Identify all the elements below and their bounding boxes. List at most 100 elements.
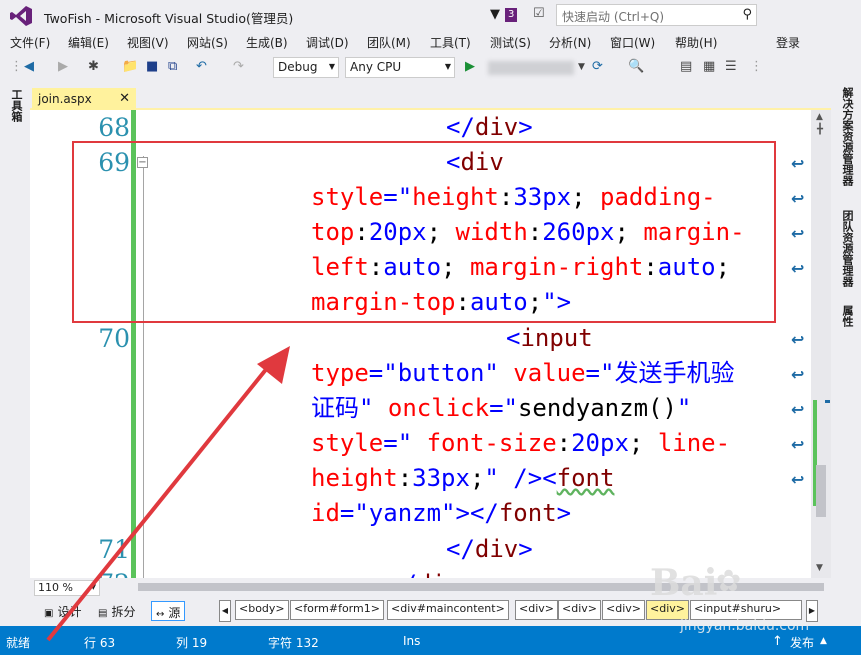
- navigate-forward-icon[interactable]: ▶: [58, 59, 68, 74]
- status-mode: Ins: [403, 634, 421, 648]
- code-line: height:33px;" /><font: [311, 464, 615, 492]
- breadcrumb-item[interactable]: <form#form1>: [290, 600, 384, 620]
- breadcrumb-item[interactable]: <body>: [235, 600, 289, 620]
- window-title: TwoFish - Microsoft Visual Studio(管理员): [44, 11, 294, 26]
- editor-margin: [30, 110, 70, 578]
- solution-explorer-tab[interactable]: 解决方案资源管理器: [839, 87, 855, 186]
- menu-file[interactable]: 文件(F): [10, 34, 50, 51]
- sign-in-link[interactable]: 登录: [776, 34, 800, 51]
- breadcrumb-item[interactable]: <div>: [515, 600, 558, 620]
- quick-launch-input[interactable]: 快速启动 (Ctrl+Q) ⚲: [556, 4, 757, 26]
- design-label: 设计: [57, 605, 82, 619]
- code-line: style=" font-size:20px; line-: [311, 429, 731, 457]
- menu-help[interactable]: 帮助(H): [675, 34, 717, 51]
- zoom-select[interactable]: 110 % ▼: [34, 580, 100, 596]
- menu-window[interactable]: 窗口(W): [610, 34, 655, 51]
- navigate-back-icon[interactable]: ◀: [24, 59, 34, 74]
- status-column: 列 19: [176, 636, 208, 650]
- code-line: id="yanzm"></font>: [311, 499, 572, 527]
- zoom-value: 110 %: [38, 581, 73, 594]
- chevron-down-icon: ▼: [90, 583, 96, 591]
- chevron-down-icon[interactable]: ▼: [578, 62, 585, 72]
- design-view-button[interactable]: ▣ 设计: [40, 601, 85, 621]
- search-icon[interactable]: ⚲: [742, 7, 752, 22]
- solution-config-value: Debug: [278, 60, 318, 74]
- menu-test[interactable]: 测试(S): [490, 34, 531, 51]
- line-number: 72: [90, 569, 130, 578]
- document-icon[interactable]: ▤: [680, 59, 692, 74]
- annotation-highlight-box: [72, 141, 776, 323]
- word-wrap-icon: ↩: [791, 435, 805, 454]
- code-line: <input: [506, 324, 593, 352]
- start-debugging-icon[interactable]: ▶: [465, 59, 475, 74]
- tab-join-aspx[interactable]: join.aspx ✕: [32, 88, 136, 110]
- breadcrumb-scroll-left-icon[interactable]: ◀: [219, 600, 231, 622]
- blurred-browser-target[interactable]: [488, 61, 574, 75]
- menu-debug[interactable]: 调试(D): [306, 34, 349, 51]
- solution-platform-select[interactable]: Any CPU ▼: [345, 57, 455, 78]
- filter-icon[interactable]: ▼: [490, 7, 500, 22]
- word-wrap-icon: ↩: [791, 224, 805, 243]
- scroll-thumb[interactable]: [816, 465, 826, 517]
- menu-website[interactable]: 网站(S): [187, 34, 228, 51]
- status-state: 就绪: [6, 636, 31, 650]
- breadcrumb-item[interactable]: <div#maincontent>: [387, 600, 509, 620]
- word-wrap-icon: ↩: [791, 189, 805, 208]
- title-bar: TwoFish - Microsoft Visual Studio(管理员) ▼…: [0, 0, 861, 31]
- solution-config-select[interactable]: Debug ▼: [273, 57, 339, 78]
- redo-icon[interactable]: ↷: [233, 59, 244, 74]
- watermark-url: jingyan.baidu.com: [680, 618, 810, 634]
- comment-icon[interactable]: ☰: [725, 59, 737, 74]
- toolbar-grip-icon[interactable]: ⋮: [750, 59, 763, 74]
- line-number: 70: [98, 324, 130, 353]
- code-line: type="button" value="发送手机验: [311, 359, 735, 387]
- source-label: 源: [168, 606, 181, 620]
- format-icon[interactable]: ▦: [703, 59, 715, 74]
- design-icon: ▣: [44, 608, 54, 619]
- save-icon[interactable]: ■: [146, 59, 158, 74]
- split-icon: ▤: [98, 608, 108, 619]
- breadcrumb-item[interactable]: <div>: [602, 600, 645, 620]
- find-in-files-icon[interactable]: 🔍: [628, 59, 644, 74]
- breadcrumb-item[interactable]: <div>: [558, 600, 601, 620]
- code-line: </div>: [388, 567, 475, 578]
- feedback-icon[interactable]: ☑: [533, 6, 545, 21]
- menu-build[interactable]: 生成(B): [246, 34, 288, 51]
- scroll-up-icon[interactable]: ▲: [816, 112, 823, 122]
- code-line: </div>: [446, 113, 533, 141]
- visual-studio-logo-icon: [10, 6, 32, 26]
- code-line: 证码" onclick="sendyanzm()": [311, 394, 692, 422]
- caret-marker: [825, 400, 830, 403]
- chevron-down-icon: ▼: [444, 62, 451, 71]
- chevron-down-icon: ▼: [328, 62, 335, 71]
- split-view-button[interactable]: ▤ 拆分: [94, 601, 139, 621]
- paw-icon: ✿: [716, 564, 742, 599]
- word-wrap-icon: ↩: [791, 330, 805, 349]
- menu-team[interactable]: 团队(M): [367, 34, 411, 51]
- new-project-icon[interactable]: ✱: [88, 59, 99, 74]
- vertical-scrollbar[interactable]: ▲ ╋ ▼: [811, 110, 831, 578]
- save-all-icon[interactable]: ⧉: [168, 59, 177, 74]
- refresh-icon[interactable]: ⟳: [592, 59, 603, 74]
- line-number: 71: [98, 535, 130, 564]
- open-file-icon[interactable]: 📁: [122, 59, 138, 74]
- status-char: 字符 132: [268, 636, 319, 650]
- close-icon[interactable]: ✕: [119, 91, 130, 106]
- undo-icon[interactable]: ↶: [196, 59, 207, 74]
- word-wrap-icon: ↩: [791, 259, 805, 278]
- toolbox-tab[interactable]: 工具箱: [8, 89, 24, 122]
- menu-view[interactable]: 视图(V): [127, 34, 169, 51]
- notification-badge[interactable]: 3: [505, 8, 518, 22]
- word-wrap-icon: ↩: [791, 365, 805, 384]
- baidu-watermark: Bai ✿ jingyan.baidu.com: [650, 562, 830, 642]
- team-explorer-tab[interactable]: 团队资源管理器: [839, 210, 855, 287]
- menu-analyze[interactable]: 分析(N): [549, 34, 591, 51]
- menu-edit[interactable]: 编辑(E): [68, 34, 109, 51]
- properties-tab[interactable]: 属性: [839, 305, 855, 327]
- status-line: 行 63: [84, 636, 116, 650]
- split-view-icon[interactable]: ╋: [817, 124, 823, 135]
- watermark-logo-text: Bai: [650, 562, 718, 604]
- menu-tools[interactable]: 工具(T): [430, 34, 471, 51]
- toolbar-grip-icon[interactable]: ⋮: [10, 59, 23, 74]
- source-view-button[interactable]: ↔ 源: [151, 601, 186, 621]
